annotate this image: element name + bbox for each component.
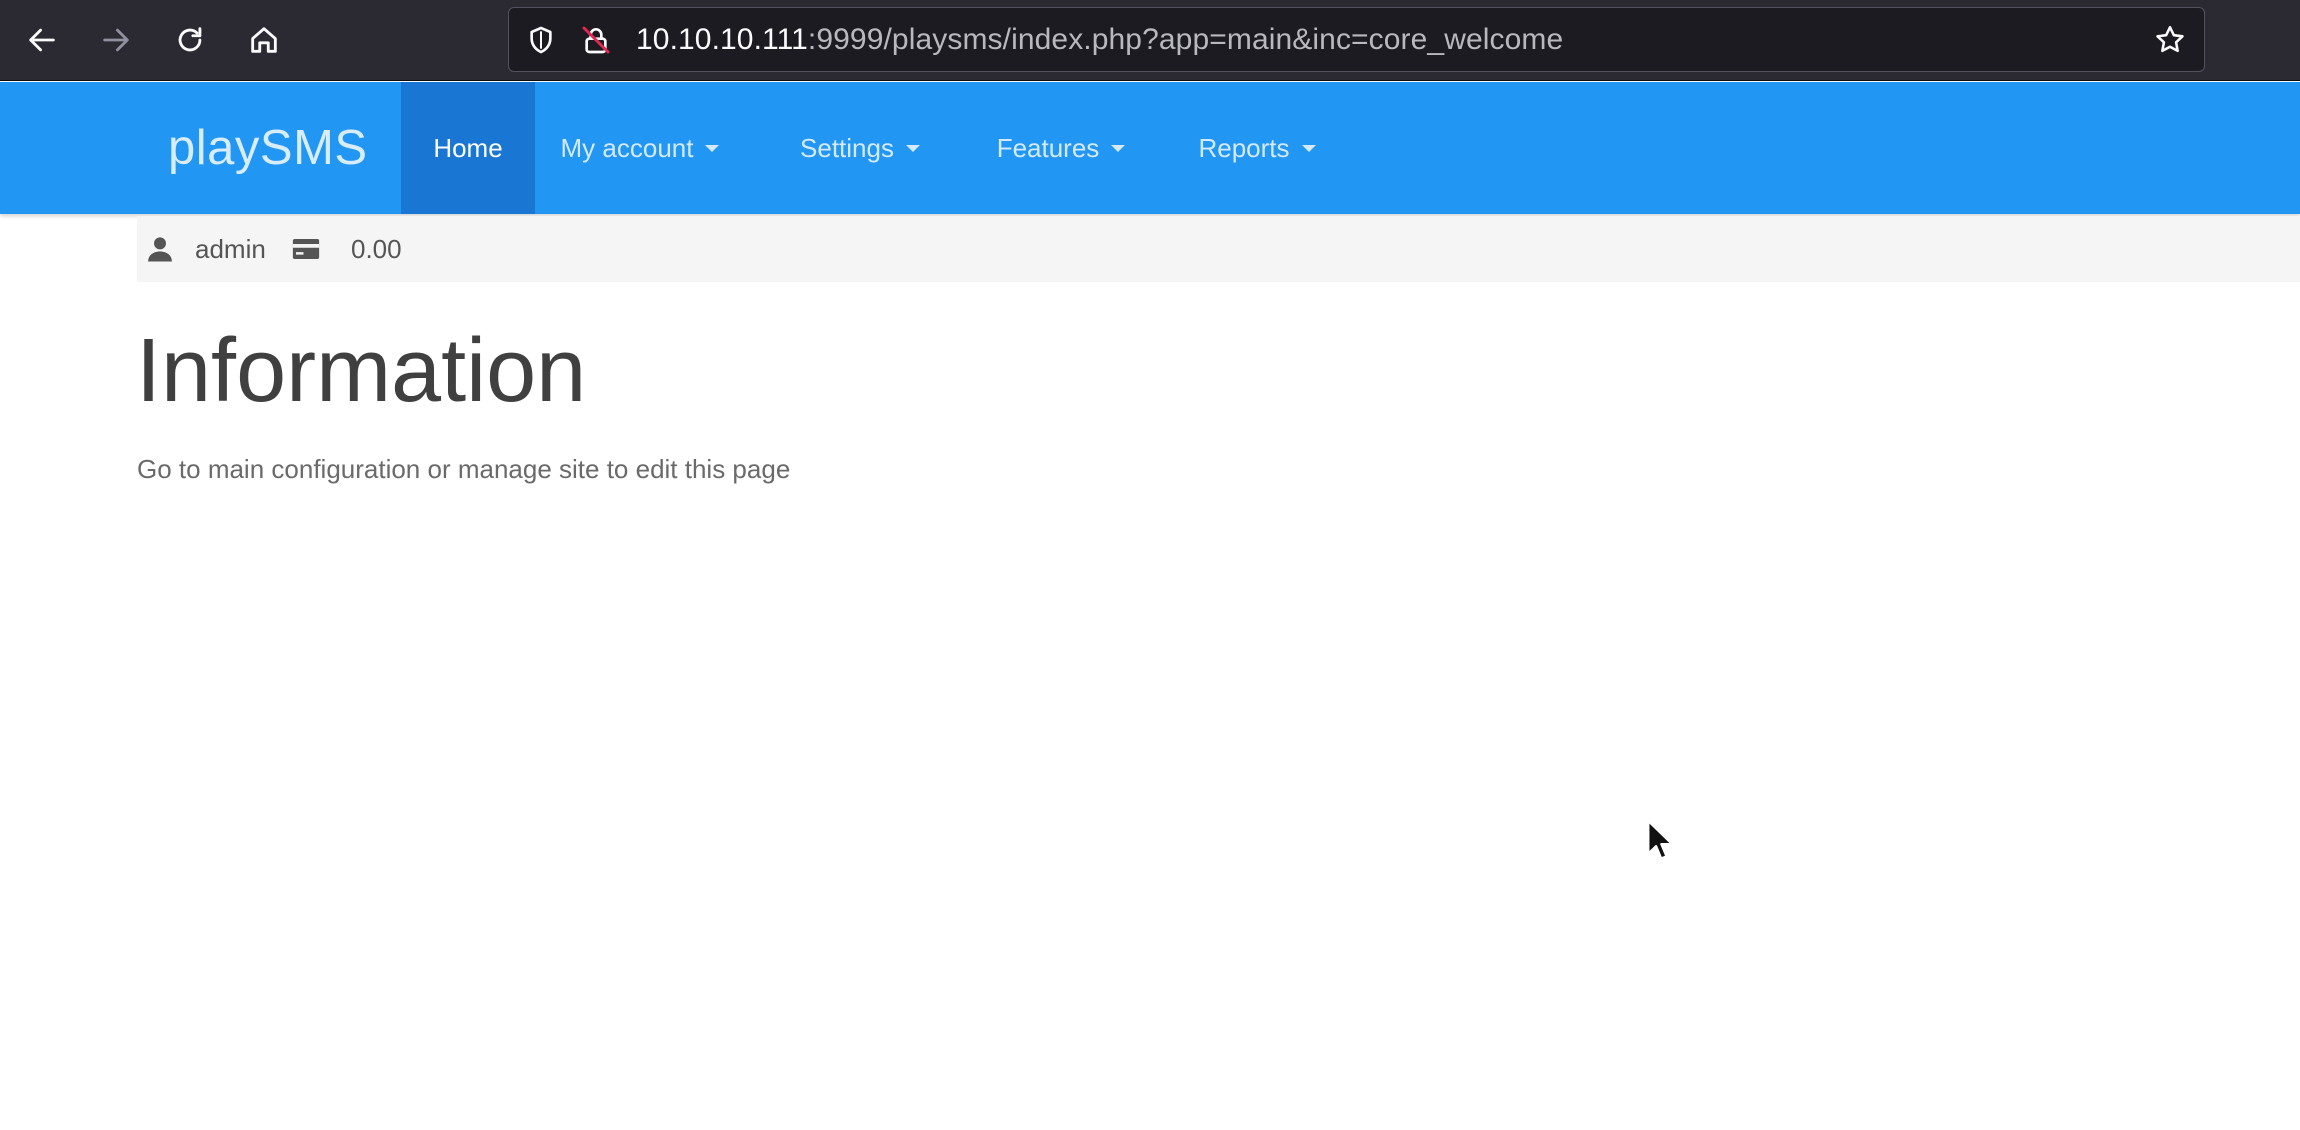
url-text[interactable]: 10.10.10.111:9999/playsms/index.php?app=… (636, 8, 1563, 71)
nav-item-home[interactable]: Home (401, 82, 535, 214)
credit-balance: 0.00 (351, 234, 402, 264)
credit-card-icon (290, 233, 322, 265)
forward-arrow-icon (103, 28, 129, 52)
home-button[interactable] (238, 14, 290, 66)
reload-button[interactable] (164, 14, 216, 66)
browser-toolbar: 10.10.10.111:9999/playsms/index.php?app=… (0, 0, 2300, 81)
bookmark-button[interactable] (2152, 22, 2188, 58)
caret-down-icon (905, 144, 920, 152)
nav-item-label: Features (996, 132, 1100, 163)
forward-button[interactable] (90, 14, 142, 66)
caret-down-icon (1301, 144, 1316, 152)
address-bar[interactable]: 10.10.10.111:9999/playsms/index.php?app=… (508, 7, 2205, 72)
page-description: Go to main configuration or manage site … (137, 454, 791, 484)
username[interactable]: admin (195, 216, 266, 282)
back-button[interactable] (16, 14, 68, 66)
url-host: 10.10.10.111 (636, 23, 808, 56)
brand-logo[interactable]: playSMS (168, 82, 368, 214)
mouse-pointer-icon (1647, 819, 1674, 860)
nav-item-label: Home (433, 132, 503, 163)
user-info-bar: admin 0.00 (137, 216, 2300, 282)
nav-item-features[interactable]: Features (967, 82, 1155, 214)
nav-item-label: Settings (800, 132, 894, 163)
nav-item-label: Reports (1198, 132, 1290, 163)
star-icon (2156, 25, 2184, 53)
user-icon (144, 233, 176, 265)
caret-down-icon (705, 144, 720, 152)
nav-item-my-account[interactable]: My account (535, 82, 745, 214)
insecure-lock-icon[interactable] (579, 23, 613, 57)
nav-item-reports[interactable]: Reports (1172, 82, 1342, 214)
back-arrow-icon (29, 28, 55, 52)
shield-icon[interactable] (524, 23, 558, 57)
page-title: Information (136, 321, 587, 421)
main-navbar: playSMS Home My account Settings Feature… (0, 82, 2300, 214)
reload-icon (178, 27, 202, 52)
url-path: :9999/playsms/index.php?app=main&inc=cor… (807, 23, 1564, 56)
home-icon (251, 27, 277, 53)
caret-down-icon (1111, 144, 1126, 152)
nav-item-settings[interactable]: Settings (769, 82, 951, 214)
nav-item-label: My account (560, 132, 694, 163)
